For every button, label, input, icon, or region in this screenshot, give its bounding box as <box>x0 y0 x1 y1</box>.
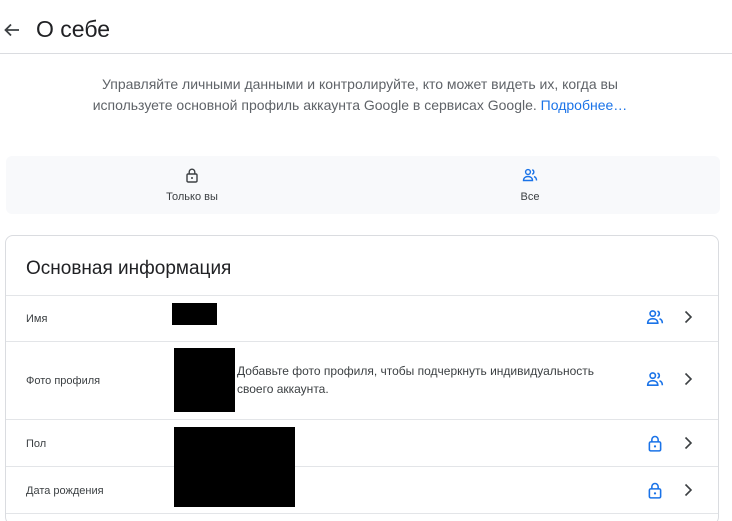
row-name-label: Имя <box>26 313 48 325</box>
chevron-right-icon <box>681 372 695 386</box>
row-birthday[interactable]: Дата рождения <box>6 467 718 514</box>
page-title: О себе <box>36 16 111 42</box>
row-photo-hint: Добавьте фото профиля, чтобы подчеркнуть… <box>237 364 595 396</box>
basic-info-card: Основная информация Имя Фото профиля Доб… <box>5 235 719 521</box>
intro-description: Управляйте личными данными и контролируй… <box>92 76 618 113</box>
legend-everyone: Все <box>430 156 630 214</box>
lock-icon <box>646 481 664 499</box>
people-icon <box>522 167 538 183</box>
chevron-right-icon <box>681 310 695 324</box>
people-icon <box>646 370 664 388</box>
legend-only-you-label: Только вы <box>166 191 218 203</box>
lock-icon <box>646 434 664 452</box>
intro-text: Управляйте личными данными и контролируй… <box>80 74 640 116</box>
lock-icon <box>184 167 200 183</box>
legend-only-you: Только вы <box>92 156 292 214</box>
arrow-back-icon[interactable] <box>3 21 21 39</box>
row-profile-photo[interactable]: Фото профиля Добавьте фото профиля, чтоб… <box>6 342 718 420</box>
row-gender-label: Пол <box>26 438 47 450</box>
chevron-right-icon <box>681 436 695 450</box>
visibility-legend: Только вы Все <box>6 156 720 214</box>
top-bar: О себе <box>0 0 732 54</box>
row-photo-label: Фото профиля <box>26 375 101 387</box>
chevron-right-icon <box>681 483 695 497</box>
row-gender[interactable]: Пол <box>6 420 718 467</box>
legend-everyone-label: Все <box>520 191 540 203</box>
redacted-gender-birthday <box>174 427 295 507</box>
row-name[interactable]: Имя <box>6 295 718 342</box>
redacted-name <box>172 303 217 325</box>
people-icon <box>646 308 664 326</box>
redacted-photo <box>174 348 235 412</box>
row-birthday-label: Дата рождения <box>26 485 104 497</box>
basic-info-title: Основная информация <box>26 258 232 279</box>
learn-more-link[interactable]: Подроб­нее… <box>541 97 628 113</box>
